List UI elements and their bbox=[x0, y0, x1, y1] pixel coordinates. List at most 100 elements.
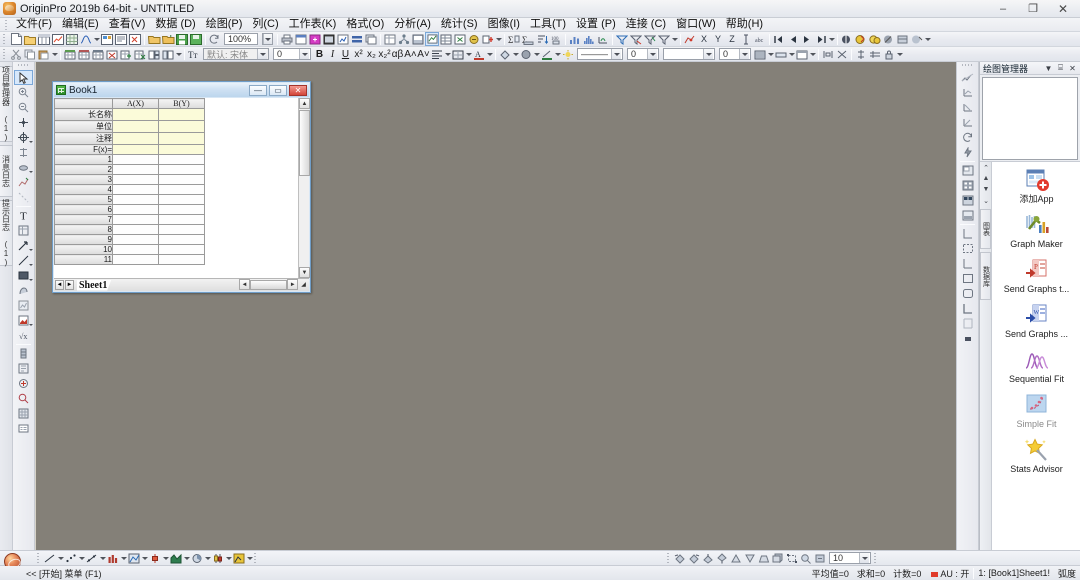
font-color-dropdown-icon[interactable] bbox=[486, 47, 493, 61]
stack-dropdown-icon[interactable] bbox=[175, 47, 182, 61]
cell-a-5[interactable] bbox=[112, 194, 159, 205]
object-size-combo[interactable]: 10 bbox=[829, 552, 871, 564]
remove-sheet-icon[interactable] bbox=[133, 47, 147, 61]
exchange-axes-icon[interactable] bbox=[958, 115, 977, 130]
gradient-dropdown-icon[interactable] bbox=[788, 47, 795, 61]
row-header-8[interactable]: 8 bbox=[54, 224, 113, 235]
data-selector-tool-icon[interactable] bbox=[14, 145, 33, 160]
fill-pattern-combo[interactable] bbox=[663, 48, 715, 60]
align-dropdown-icon[interactable] bbox=[444, 47, 451, 61]
stack-columns-icon[interactable] bbox=[161, 47, 175, 61]
import-wizard-icon[interactable] bbox=[411, 32, 425, 46]
worksheet-table[interactable]: A(X) B(Y) 长名称 单位 注释 F(x)= 1 2 3 4 5 6 7 … bbox=[54, 98, 297, 265]
cell-b-9[interactable] bbox=[158, 234, 205, 245]
contour-plot-icon[interactable] bbox=[127, 551, 141, 565]
extract-worksheet-icon[interactable] bbox=[383, 32, 397, 46]
layer-frame-box-icon[interactable] bbox=[958, 271, 977, 286]
panel-menu-icon[interactable]: ▼ bbox=[1044, 64, 1053, 73]
data-reader-tool-icon[interactable] bbox=[14, 130, 33, 145]
cell-border-icon[interactable] bbox=[451, 47, 465, 61]
screen-reader-tool-icon[interactable] bbox=[14, 115, 33, 130]
import-database-icon[interactable] bbox=[467, 32, 481, 46]
row-header-long-name[interactable]: 长名称 bbox=[54, 108, 113, 121]
batch-plot-icon[interactable] bbox=[350, 32, 364, 46]
print-icon[interactable] bbox=[280, 32, 294, 46]
zoom-in-tool-icon[interactable] bbox=[14, 85, 33, 100]
perspective-decrease-icon[interactable] bbox=[743, 551, 757, 565]
floating-bar-icon[interactable] bbox=[148, 551, 162, 565]
new-function-plot-icon[interactable] bbox=[79, 32, 93, 46]
menu-window[interactable]: 窗口(W) bbox=[671, 18, 721, 31]
menu-connectivity[interactable]: 连接 (C) bbox=[621, 18, 671, 31]
resize-grip[interactable]: ◢ bbox=[298, 279, 309, 290]
list-item[interactable]: Simple Fit bbox=[994, 393, 1080, 429]
cell-b-6[interactable] bbox=[158, 204, 205, 215]
arrange-layers-icon[interactable] bbox=[958, 208, 977, 223]
save-template-icon[interactable] bbox=[189, 32, 203, 46]
table-row[interactable]: 5 bbox=[54, 194, 297, 205]
filter-icon[interactable] bbox=[615, 32, 629, 46]
speed-mode-icon[interactable] bbox=[958, 145, 977, 160]
worksheet-grid[interactable]: A(X) B(Y) 长名称 单位 注释 F(x)= 1 2 3 4 5 6 7 … bbox=[54, 98, 298, 278]
scroll-down-button[interactable]: ▼ bbox=[299, 267, 310, 278]
tilt-down-icon[interactable] bbox=[715, 551, 729, 565]
new-project-icon[interactable] bbox=[9, 32, 23, 46]
open-template-icon[interactable] bbox=[161, 32, 175, 46]
filter-remove-icon[interactable] bbox=[629, 32, 643, 46]
bold-button[interactable]: B bbox=[313, 48, 326, 61]
line-style-combo[interactable]: ——— bbox=[577, 48, 623, 60]
add-columns-dropdown-icon[interactable] bbox=[495, 32, 502, 46]
new-folder-icon[interactable] bbox=[23, 32, 37, 46]
pie-plot-icon[interactable] bbox=[190, 551, 204, 565]
resize-object-icon[interactable] bbox=[785, 551, 799, 565]
maximize-button[interactable]: ❐ bbox=[1018, 0, 1048, 18]
line-symbol-plot-icon[interactable] bbox=[85, 551, 99, 565]
apps-sidetab-charts[interactable]: 图表 bbox=[980, 209, 991, 249]
floating-bar-dropdown-icon[interactable] bbox=[162, 551, 169, 565]
arrow-tool-icon[interactable] bbox=[14, 238, 33, 253]
lock-object-icon[interactable] bbox=[882, 47, 896, 61]
draw-data-tool-icon[interactable] bbox=[14, 160, 33, 175]
menu-grip-handle[interactable] bbox=[4, 18, 9, 31]
merge-layers-icon[interactable] bbox=[958, 178, 977, 193]
cell-a-fx[interactable] bbox=[112, 144, 159, 155]
italic-button[interactable]: I bbox=[326, 48, 339, 61]
transparency-icon[interactable] bbox=[561, 47, 575, 61]
move-last-icon[interactable] bbox=[814, 32, 828, 46]
menu-statistics[interactable]: 统计(S) bbox=[436, 18, 483, 31]
refresh-graph-icon[interactable] bbox=[958, 130, 977, 145]
histogram-icon[interactable] bbox=[582, 32, 596, 46]
workbook-close-button[interactable]: ✕ bbox=[289, 84, 307, 96]
cell-a-long-name[interactable] bbox=[112, 108, 159, 121]
table-row[interactable]: 10 bbox=[54, 244, 297, 255]
statistics-on-rows-icon[interactable]: Σ bbox=[521, 32, 535, 46]
cell-a-8[interactable] bbox=[112, 224, 159, 235]
cell-a-11[interactable] bbox=[112, 254, 159, 265]
zoom-combo[interactable]: 100% bbox=[224, 33, 258, 45]
menu-column[interactable]: 列(C) bbox=[247, 18, 283, 31]
layer-frame-rounded-icon[interactable] bbox=[958, 286, 977, 301]
tools-toolbar-grip[interactable] bbox=[18, 64, 29, 68]
regional-mask-tool-icon[interactable] bbox=[14, 175, 33, 190]
cut-icon[interactable] bbox=[9, 47, 23, 61]
add-layer-icon[interactable] bbox=[958, 163, 977, 178]
contour-dropdown-icon[interactable] bbox=[141, 551, 148, 565]
cell-a-7[interactable] bbox=[112, 214, 159, 225]
sheet-tab-sheet1[interactable]: Sheet1 bbox=[77, 279, 112, 291]
row-header-5[interactable]: 5 bbox=[54, 194, 113, 205]
insert-column-icon[interactable] bbox=[77, 47, 91, 61]
plot-toolbar-overflow-grip[interactable] bbox=[254, 552, 258, 564]
axis-x-icon[interactable]: X bbox=[697, 32, 711, 46]
3d-toolbar-grip[interactable] bbox=[667, 552, 671, 564]
cell-b-10[interactable] bbox=[158, 244, 205, 255]
cell-b-fx[interactable] bbox=[158, 144, 205, 155]
pointer-tool-icon[interactable] bbox=[14, 70, 33, 85]
cell-b-4[interactable] bbox=[158, 184, 205, 195]
table-row[interactable]: 4 bbox=[54, 184, 297, 195]
row-header-fx[interactable]: F(x)= bbox=[54, 144, 113, 155]
move-right-icon[interactable] bbox=[800, 32, 814, 46]
menu-image[interactable]: 图像(I) bbox=[483, 18, 525, 31]
list-item[interactable]: P Send Graphs t... bbox=[994, 258, 1080, 294]
apps-scroll-down-icon[interactable]: ▼ bbox=[980, 184, 992, 195]
sidebar-item-project-manager[interactable]: 项目管理器 (1) bbox=[0, 66, 13, 142]
